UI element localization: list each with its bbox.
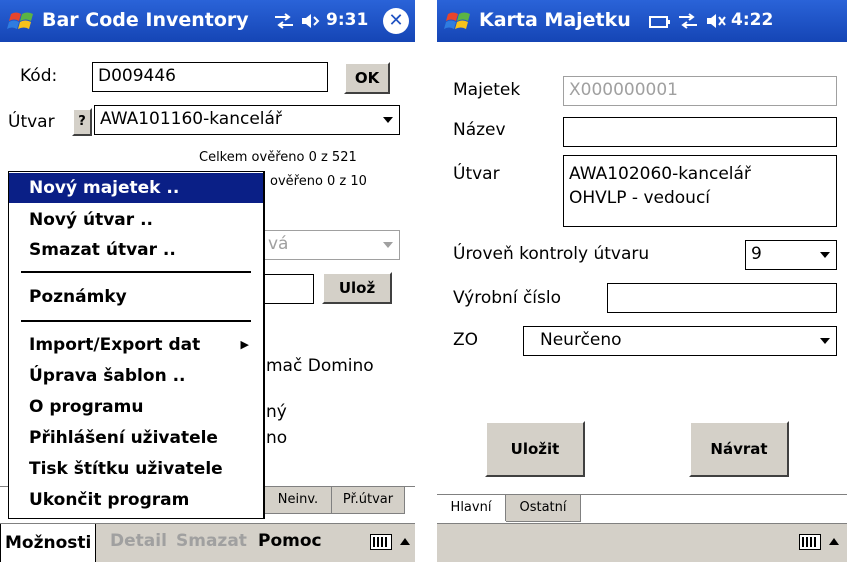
volume-icon[interactable] — [300, 12, 322, 30]
navrat-button[interactable]: Návrat — [689, 421, 789, 477]
menu-item-import-export[interactable]: Import/Export dat ▶ — [9, 330, 263, 360]
moznosti-menu-button[interactable]: Možnosti — [0, 524, 97, 562]
utvar-label: Útvar — [8, 112, 55, 132]
menu-item-prihlaseni[interactable]: Přihlášení uživatele — [9, 423, 263, 453]
keyboard-icon[interactable] — [370, 534, 392, 550]
tab-prutvar[interactable]: Př.útvar — [332, 487, 405, 514]
disabled-select: vá — [262, 230, 400, 260]
submenu-arrow-icon: ▶ — [240, 338, 249, 351]
uloz-button[interactable]: Ulož — [322, 272, 392, 304]
clock[interactable]: 9:31 — [326, 10, 368, 30]
utvar-line-2: OHVLP - vedoucí — [569, 188, 711, 208]
command-bar: Možnosti Detail Smazat Pomoc — [0, 523, 415, 562]
bar-code-inventory-screen: Bar Code Inventory 9:31 ✕ Kód: D009446 O… — [0, 0, 415, 562]
smazat-menu-button[interactable]: Smazat — [176, 531, 247, 551]
vyrobni-cislo-input[interactable] — [607, 283, 837, 313]
menu-item-ukoncit[interactable]: Ukončit program — [9, 485, 263, 515]
tab-neinv[interactable]: Neinv. — [265, 487, 332, 514]
detail-menu-button[interactable]: Detail — [110, 531, 167, 551]
quantity-input[interactable] — [262, 274, 314, 304]
utvar-line-1: AWA102060-kancelář — [569, 164, 751, 184]
overeno-text: ověřeno 0 z 10 — [270, 174, 367, 189]
zo-select[interactable]: Neurčeno — [523, 326, 837, 356]
title-bar: Karta Majetku 4:22 — [437, 0, 847, 42]
menu-item-tisk-stitku[interactable]: Tisk štítku uživatele — [9, 454, 263, 484]
connectivity-icon[interactable] — [677, 13, 699, 29]
tab-hlavni[interactable]: Hlavní — [437, 495, 506, 521]
input-panel-arrow-icon[interactable] — [400, 538, 410, 545]
majetek-field: X000000001 — [563, 76, 837, 106]
vyrobni-cislo-label: Výrobní číslo — [453, 288, 561, 308]
ulozit-button[interactable]: Uložit — [485, 421, 585, 477]
pomoc-menu-button[interactable]: Pomoc — [258, 531, 322, 551]
menu-item-novy-majetek[interactable]: Nový majetek .. — [9, 173, 263, 203]
menu-item-poznamky[interactable]: Poznámky — [9, 282, 263, 312]
karta-majetku-screen: Karta Majetku 4:22 Majetek X000000001 Ná… — [437, 0, 847, 562]
keyboard-icon[interactable] — [799, 534, 821, 550]
windows-start-icon[interactable] — [444, 6, 474, 36]
menu-item-uprava-sablon[interactable]: Úprava šablon .. — [9, 361, 263, 391]
background-text: mač Domino — [266, 356, 374, 376]
command-bar — [437, 523, 847, 562]
chevron-down-icon — [820, 338, 830, 344]
utvar-select-value: AWA101160-kancelář — [100, 109, 282, 129]
disabled-select-value: vá — [268, 234, 289, 254]
input-panel-arrow-icon[interactable] — [829, 538, 839, 545]
options-menu: Nový majetek .. Nový útvar .. Smazat útv… — [8, 171, 265, 519]
tab-ostatni[interactable]: Ostatní — [506, 495, 581, 522]
utvar-select[interactable]: AWA101160-kancelář — [94, 105, 400, 135]
zo-select-value: Neurčeno — [540, 330, 622, 350]
nazev-input[interactable] — [563, 117, 837, 147]
close-icon[interactable]: ✕ — [383, 8, 409, 34]
menu-item-import-export-label: Import/Export dat — [29, 335, 201, 355]
clock[interactable]: 4:22 — [731, 10, 773, 30]
ok-button[interactable]: OK — [344, 62, 390, 94]
windows-start-icon[interactable] — [7, 6, 37, 36]
battery-icon[interactable] — [649, 14, 671, 30]
chevron-down-icon — [820, 252, 830, 258]
majetek-label: Majetek — [453, 80, 521, 100]
background-text: no — [266, 428, 288, 448]
chevron-down-icon — [383, 242, 393, 248]
menu-item-novy-utvar[interactable]: Nový útvar .. — [9, 205, 263, 235]
uroven-select[interactable]: 9 — [745, 240, 837, 270]
app-title: Bar Code Inventory — [42, 9, 249, 31]
kod-label: Kód: — [20, 66, 58, 86]
menu-item-smazat-utvar[interactable]: Smazat útvar .. — [9, 235, 263, 265]
utvar-label: Útvar — [453, 164, 500, 184]
menu-separator — [21, 320, 251, 322]
celkem-overeno-text: Celkem ověřeno 0 z 521 — [199, 150, 357, 165]
menu-item-o-programu[interactable]: O programu — [9, 392, 263, 422]
menu-separator — [21, 271, 251, 273]
help-button[interactable]: ? — [72, 108, 92, 136]
app-title: Karta Majetku — [479, 9, 631, 31]
zo-label: ZO — [453, 330, 479, 350]
kod-input[interactable]: D009446 — [92, 62, 328, 92]
uroven-select-value: 9 — [751, 244, 762, 264]
utvar-field: AWA102060-kancelář OHVLP - vedoucí — [563, 155, 837, 227]
uroven-label: Úroveň kontroly útvaru — [453, 244, 650, 264]
nazev-label: Název — [453, 120, 506, 140]
connectivity-icon[interactable] — [273, 13, 295, 29]
volume-muted-icon[interactable] — [705, 12, 727, 30]
title-bar: Bar Code Inventory 9:31 ✕ — [0, 0, 415, 42]
background-text: ný — [266, 402, 287, 422]
tab-strip: Hlavní Ostatní — [437, 494, 847, 523]
chevron-down-icon — [383, 117, 393, 123]
